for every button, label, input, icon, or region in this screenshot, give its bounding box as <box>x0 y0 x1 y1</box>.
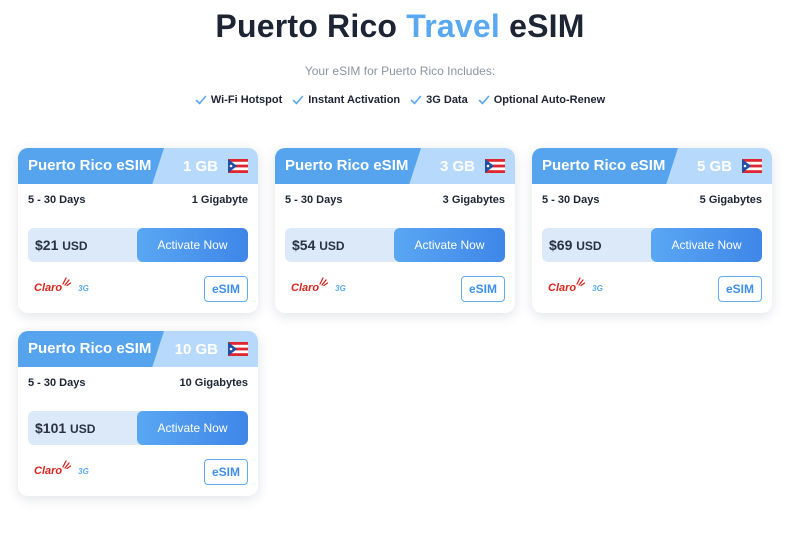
network-type: 3G <box>592 283 603 293</box>
title-accent: Travel <box>406 8 500 44</box>
price-value: $21 <box>35 237 59 253</box>
esim-badge: eSIM <box>461 276 505 302</box>
plan-price: $69 USD <box>549 228 602 263</box>
price-value: $101 <box>35 420 67 436</box>
title-part1: Puerto Rico <box>215 8 407 44</box>
network-type: 3G <box>78 283 89 293</box>
claro-logo: Claro <box>34 460 72 477</box>
check-icon <box>195 95 207 105</box>
plan-price: $101 USD <box>35 411 95 446</box>
activate-now-button[interactable]: Activate Now <box>394 228 505 262</box>
feature-label: 3G Data <box>426 94 468 106</box>
puerto-rico-flag-icon <box>228 342 248 356</box>
plan-card-header: Puerto Rico eSIM 1 GB <box>18 148 258 184</box>
plan-card-header: Puerto Rico eSIM 3 GB <box>275 148 515 184</box>
plan-price: $54 USD <box>292 228 345 263</box>
feature-item: Instant Activation <box>292 94 400 106</box>
plan-card-header: Puerto Rico eSIM 10 GB <box>18 331 258 367</box>
price-value: $69 <box>549 237 573 253</box>
features-list: Wi-Fi Hotspot Instant Activation 3G Data… <box>0 94 800 106</box>
plan-price: $21 USD <box>35 228 88 263</box>
plan-name: Puerto Rico eSIM <box>532 148 678 184</box>
plan-duration: 5 - 30 Days <box>28 377 86 389</box>
activate-now-button[interactable]: Activate Now <box>137 411 248 445</box>
network-type: 3G <box>335 283 346 293</box>
claro-logo: Claro <box>34 277 72 294</box>
plan-data-amount: 10 Gigabytes <box>179 377 248 389</box>
price-value: $54 <box>292 237 316 253</box>
plan-card-3gb: Puerto Rico eSIM 3 GB 5 - 30 Days 3 Giga… <box>275 148 515 313</box>
activate-now-button[interactable]: Activate Now <box>651 228 762 262</box>
esim-badge: eSIM <box>204 459 248 485</box>
feature-item: Wi-Fi Hotspot <box>195 94 282 106</box>
plan-data-amount: 1 Gigabyte <box>191 194 248 206</box>
price-box: $69 USD Activate Now <box>542 228 762 262</box>
plan-card-5gb: Puerto Rico eSIM 5 GB 5 - 30 Days 5 Giga… <box>532 148 772 313</box>
carrier-info: Claro 3G <box>548 277 603 294</box>
esim-badge: eSIM <box>204 276 248 302</box>
page-subtitle: Your eSIM for Puerto Rico Includes: <box>304 64 496 78</box>
carrier-info: Claro 3G <box>34 460 89 477</box>
plan-data-amount: 5 Gigabytes <box>699 194 762 206</box>
plan-size: 10 GB <box>174 340 218 358</box>
plan-card-1gb: Puerto Rico eSIM 1 GB 5 - 30 Days 1 Giga… <box>18 148 258 313</box>
plan-name: Puerto Rico eSIM <box>18 148 164 184</box>
activate-now-button[interactable]: Activate Now <box>137 228 248 262</box>
plan-card-10gb: Puerto Rico eSIM 10 GB 5 - 30 Days 10 Gi… <box>18 331 258 496</box>
price-box: $21 USD Activate Now <box>28 228 248 262</box>
plan-size: 5 GB <box>696 157 732 175</box>
plan-duration: 5 - 30 Days <box>28 194 86 206</box>
price-currency: USD <box>62 239 88 253</box>
feature-label: Wi-Fi Hotspot <box>210 94 283 106</box>
plan-name: Puerto Rico eSIM <box>18 331 164 367</box>
plan-duration: 5 - 30 Days <box>285 194 343 206</box>
puerto-rico-flag-icon <box>228 159 248 173</box>
network-type: 3G <box>78 466 89 476</box>
feature-item: Optional Auto-Renew <box>478 94 605 106</box>
feature-label: Optional Auto-Renew <box>493 94 606 106</box>
plan-name: Puerto Rico eSIM <box>275 148 421 184</box>
plan-size: 1 GB <box>182 157 218 175</box>
check-icon <box>292 95 304 105</box>
claro-logo: Claro <box>291 277 329 294</box>
page-title: Puerto Rico Travel eSIM <box>0 8 800 45</box>
plan-card-header: Puerto Rico eSIM 5 GB <box>532 148 772 184</box>
price-currency: USD <box>576 239 602 253</box>
title-part2: eSIM <box>500 8 585 44</box>
price-box: $101 USD Activate Now <box>28 411 248 445</box>
plan-duration: 5 - 30 Days <box>542 194 600 206</box>
check-icon <box>410 95 422 105</box>
plan-size: 3 GB <box>439 157 475 175</box>
plan-data-amount: 3 Gigabytes <box>442 194 505 206</box>
claro-logo: Claro <box>548 277 586 294</box>
feature-item: 3G Data <box>410 94 468 106</box>
price-box: $54 USD Activate Now <box>285 228 505 262</box>
carrier-info: Claro 3G <box>34 277 89 294</box>
price-currency: USD <box>319 239 345 253</box>
feature-label: Instant Activation <box>308 94 401 106</box>
check-icon <box>478 95 490 105</box>
carrier-info: Claro 3G <box>291 277 346 294</box>
price-currency: USD <box>70 422 96 436</box>
esim-badge: eSIM <box>718 276 762 302</box>
puerto-rico-flag-icon <box>485 159 505 173</box>
puerto-rico-flag-icon <box>742 159 762 173</box>
